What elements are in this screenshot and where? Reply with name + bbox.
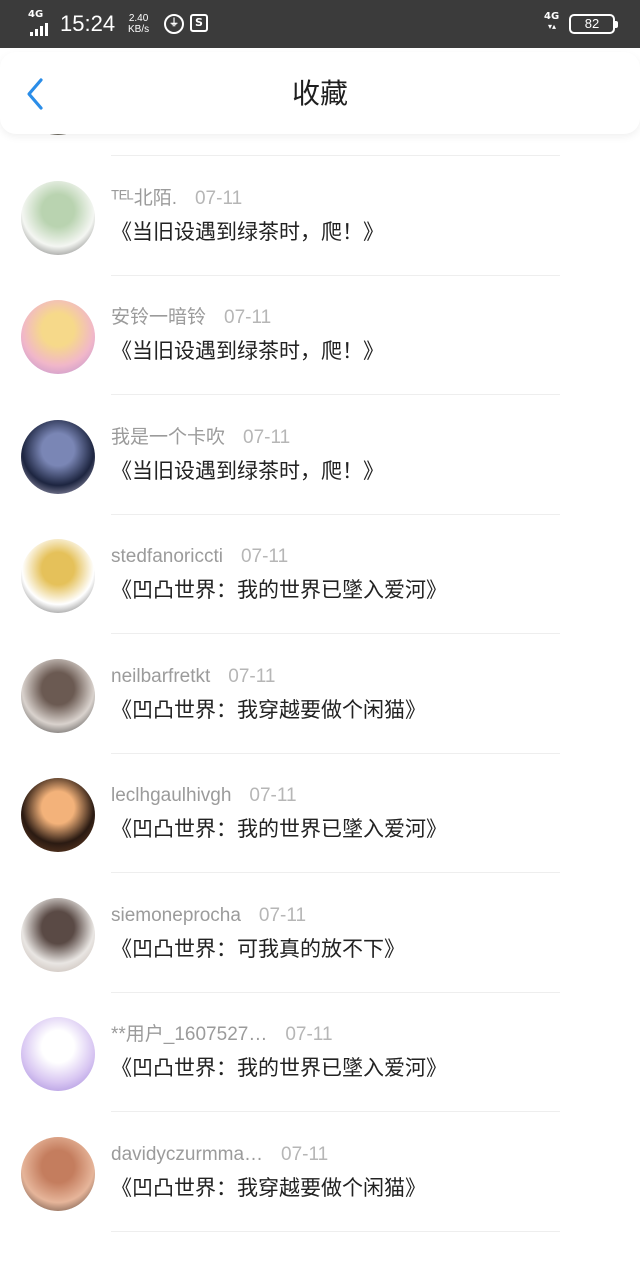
date: 07-11	[249, 785, 297, 806]
network-speed: 2.40 KB/s	[128, 13, 150, 35]
divider	[111, 633, 560, 634]
divider	[111, 155, 560, 156]
story-title[interactable]: 《当旧设遇到绿茶时，爬！》	[111, 457, 384, 485]
date: 07-11	[224, 307, 272, 328]
avatar[interactable]	[21, 897, 95, 972]
divider	[111, 1230, 560, 1232]
username[interactable]: 安铃一暗铃	[111, 307, 206, 328]
story-title[interactable]: 《凹凸世界：可我真的放不下》	[111, 935, 405, 963]
list-item[interactable]: 我是一个卡吹 07-11 《当旧设遇到绿茶时，爬！》	[0, 400, 640, 520]
story-title[interactable]: 《当旧设遇到绿茶时，爬！》	[111, 218, 384, 246]
story-title[interactable]: 《当旧设遇到绿茶时，爬！》	[111, 337, 384, 365]
avatar[interactable]	[21, 658, 95, 733]
divider	[111, 752, 560, 754]
item-meta: **用户_1607527… 07-11	[111, 1023, 333, 1047]
list-item[interactable]: leclhgaulhivgh 07-11 《凹凸世界：我的世界已墜入爱河》	[0, 758, 640, 878]
date: 07-11	[281, 1143, 329, 1165]
avatar[interactable]	[21, 419, 95, 494]
item-meta: davidyczurmma… 07-11	[111, 1143, 328, 1167]
list-item[interactable]: siemoneprocha 07-11 《凹凸世界：可我真的放不下》	[0, 878, 640, 998]
divider	[111, 1111, 560, 1112]
username[interactable]: ᵀᴱᴸ北陌.	[111, 188, 177, 209]
notification-s-icon: S	[190, 14, 208, 32]
page-title: 收藏	[291, 77, 348, 110]
date: 07-11	[194, 187, 243, 209]
list-item[interactable]: ᵀᴱᴸ北陌. 07-11 《当旧设遇到绿茶时，爬！》	[0, 161, 640, 281]
story-title[interactable]: 《凹凸世界：我的世界已墜入爱河》	[111, 1054, 447, 1082]
list-item[interactable]: 安铃一暗铃 07-11 《当旧设遇到绿茶时，爬！》	[0, 280, 640, 400]
username[interactable]: siemoneprocha	[111, 905, 241, 926]
divider	[111, 394, 560, 395]
date: 07-11	[240, 546, 289, 567]
item-meta: 我是一个卡吹 07-11	[111, 426, 290, 450]
status-bar: 4G 15:24 2.40 KB/s ⏚ S 4G ▾▴ 82	[0, 0, 640, 48]
story-title[interactable]: 《凹凸世界：我的世界已墜入爱河》	[111, 815, 447, 843]
item-meta: leclhgaulhivgh 07-11	[111, 784, 297, 808]
divider	[111, 991, 560, 993]
avatar[interactable]	[21, 539, 95, 613]
story-title[interactable]: 《凹凸世界：我的世界已墜入爱河》	[111, 576, 447, 604]
avatar[interactable]	[21, 1017, 95, 1091]
top-navigation-bar: 收藏	[0, 52, 640, 134]
date: 07-11	[243, 426, 291, 448]
list-item[interactable]: **用户_1607527… 07-11 《凹凸世界：我的世界已墜入爱河》	[0, 997, 640, 1117]
battery-icon: 82	[569, 14, 618, 34]
network-type-left: 4G	[28, 9, 44, 20]
item-meta: ᵀᴱᴸ北陌. 07-11	[111, 187, 242, 211]
story-title[interactable]: 《凹凸世界：我穿越要做个闲猫》	[111, 1174, 426, 1202]
story-title[interactable]: 《凹凸世界：我穿越要做个闲猫》	[111, 696, 426, 724]
avatar[interactable]	[21, 1136, 95, 1211]
list-item[interactable]: stedfanoriccti 07-11 《凹凸世界：我的世界已墜入爱河》	[0, 519, 640, 639]
date: 07-11	[228, 665, 276, 687]
username[interactable]: stedfanoriccti	[111, 546, 223, 567]
signal-icon: 4G	[28, 10, 54, 36]
username[interactable]: davidyczurmma…	[111, 1144, 263, 1165]
divider	[111, 513, 560, 515]
signal-icon-right: 4G ▾▴	[544, 11, 560, 32]
favorites-list[interactable]: 《当旧设遇到绿茶时，爬！》ᵀᴱᴸ北陌.07-11《当旧设遇到绿茶时，爬！》安铃一…	[0, 82, 640, 1276]
divider	[111, 274, 560, 276]
item-meta: neilbarfretkt 07-11	[111, 665, 275, 689]
item-meta: 安铃一暗铃 07-11	[111, 306, 271, 330]
username[interactable]: leclhgaulhivgh	[111, 785, 231, 806]
date: 07-11	[285, 1024, 333, 1045]
username[interactable]: **用户_1607527…	[111, 1024, 267, 1045]
username[interactable]: 我是一个卡吹	[111, 427, 225, 448]
avatar[interactable]	[21, 778, 95, 852]
avatar[interactable]	[21, 180, 95, 255]
username[interactable]: neilbarfretkt	[111, 666, 210, 687]
battery-level: 82	[584, 16, 600, 31]
list-item[interactable]: neilbarfretkt 07-11 《凹凸世界：我穿越要做个闲猫》	[0, 639, 640, 759]
avatar[interactable]	[21, 300, 95, 374]
divider	[111, 872, 560, 873]
item-meta: stedfanoriccti 07-11	[111, 545, 288, 569]
date: 07-11	[258, 904, 307, 926]
item-meta: siemoneprocha 07-11	[111, 904, 306, 928]
notification-app-icon: ⏚	[164, 14, 184, 34]
status-time: 15:24	[60, 11, 116, 36]
list-item[interactable]: davidyczurmma… 07-11 《凹凸世界：我穿越要做个闲猫》	[0, 1117, 640, 1237]
